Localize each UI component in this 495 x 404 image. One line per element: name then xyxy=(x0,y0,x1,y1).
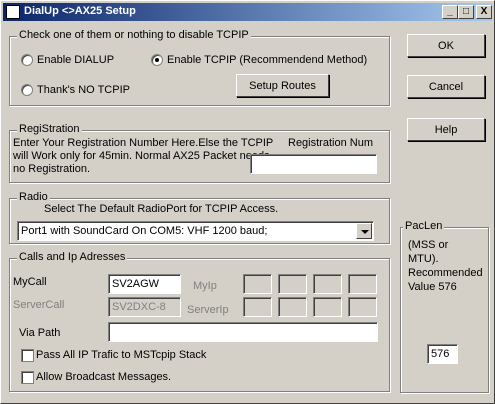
paclen-input[interactable] xyxy=(427,344,458,364)
mycall-label: MyCall xyxy=(13,276,47,288)
serverip-label: ServerIp xyxy=(187,304,229,316)
app-icon xyxy=(6,5,20,19)
myip-label: MyIp xyxy=(193,280,217,292)
minimize-button[interactable]: _ xyxy=(442,5,458,19)
allow-broadcast-checkbox[interactable] xyxy=(21,371,34,384)
enable-tcpip-label[interactable]: Enable TCPIP (Recommendend Method) xyxy=(167,54,367,66)
registration-num-label: Registration Num xyxy=(288,137,373,149)
serverip-octet-3-input[interactable] xyxy=(313,297,342,317)
chevron-down-icon[interactable] xyxy=(356,223,372,239)
no-tcpip-label[interactable]: Thank's NO TCPIP xyxy=(37,84,130,96)
registration-group: RegiStration Enter Your Registration Num… xyxy=(9,123,390,183)
radio-port-group: Radio Select The Default RadioPort for T… xyxy=(9,191,390,244)
servercall-label: ServerCall xyxy=(13,299,65,311)
allow-broadcast-label[interactable]: Allow Broadcast Messages. xyxy=(36,371,171,383)
help-button[interactable]: Help xyxy=(407,118,485,141)
myip-octet-2-input[interactable] xyxy=(278,274,307,294)
calls-ip-group: Calls and Ip Adresses MyCall MyIp Server… xyxy=(9,251,390,392)
enable-tcpip-radio[interactable] xyxy=(151,54,163,66)
radio-group-label: Radio xyxy=(17,191,50,203)
ok-button[interactable]: OK xyxy=(407,34,485,57)
pass-all-ip-checkbox[interactable] xyxy=(21,349,34,362)
no-tcpip-radio[interactable] xyxy=(21,84,33,96)
myip-octet-4-input[interactable] xyxy=(348,274,377,294)
maximize-button[interactable]: □ xyxy=(458,5,474,19)
enable-dialup-radio[interactable] xyxy=(21,54,33,66)
cancel-button[interactable]: Cancel xyxy=(407,75,485,98)
tcpip-group-label: Check one of them or nothing to disable … xyxy=(17,29,251,41)
paclen-group: PacLen (MSS or MTU). Recommended Value 5… xyxy=(400,220,489,393)
pass-all-ip-label[interactable]: Pass All IP Trafic to MSTcpip Stack xyxy=(36,349,206,361)
radio-port-description: Select The Default RadioPort for TCPIP A… xyxy=(44,203,279,215)
calls-group-label: Calls and Ip Adresses xyxy=(17,251,128,263)
close-button[interactable]: X xyxy=(476,5,492,19)
window-title: DialUp <>AX25 Setup xyxy=(24,5,136,17)
registration-num-input[interactable] xyxy=(250,154,377,174)
paclen-group-label: PacLen xyxy=(403,220,445,232)
tcpip-group: Check one of them or nothing to disable … xyxy=(9,29,390,106)
paclen-note: (MSS or MTU). Recommended Value 576 xyxy=(408,239,483,293)
radio-port-selected-value: Port1 with SoundCard On COM5: VHF 1200 b… xyxy=(21,225,268,237)
serverip-octet-2-input[interactable] xyxy=(278,297,307,317)
myip-octet-1-input[interactable] xyxy=(243,274,272,294)
servercall-input[interactable] xyxy=(108,297,181,317)
mycall-input[interactable] xyxy=(108,274,181,294)
setup-routes-button[interactable]: Setup Routes xyxy=(236,74,329,97)
registration-group-label: RegiStration xyxy=(17,123,82,135)
serverip-octet-1-input[interactable] xyxy=(243,297,272,317)
dialup-ax25-setup-window: DialUp <>AX25 Setup _ □ X Check one of t… xyxy=(0,0,495,404)
serverip-octet-4-input[interactable] xyxy=(348,297,377,317)
myip-octet-3-input[interactable] xyxy=(313,274,342,294)
enable-dialup-label[interactable]: Enable DIALUP xyxy=(37,54,114,66)
via-path-label: Via Path xyxy=(19,327,61,339)
registration-info-text: Enter Your Registration Number Here.Else… xyxy=(13,137,274,175)
via-path-input[interactable] xyxy=(108,322,378,342)
radio-port-select[interactable]: Port1 with SoundCard On COM5: VHF 1200 b… xyxy=(17,221,374,241)
title-bar[interactable]: DialUp <>AX25 Setup _ □ X xyxy=(3,3,492,21)
